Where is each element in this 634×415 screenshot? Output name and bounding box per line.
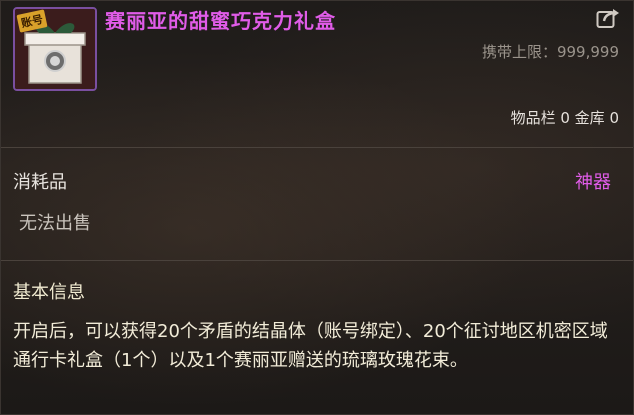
gift-box-icon: 账号 (13, 7, 97, 91)
divider (1, 260, 633, 261)
item-tooltip: 账号 赛丽亚的甜蜜巧克力礼盒 携带上限：999,999 物品栏 0 金库 0 消… (0, 0, 634, 415)
item-description: 开启后，可以获得20个矛盾的结晶体（账号绑定）、20个征讨地区机密区域通行卡礼盒… (13, 321, 608, 371)
sell-status: 无法出售 (19, 213, 91, 234)
inventory-count: 物品栏 0 金库 0 (510, 109, 619, 127)
divider (1, 147, 633, 148)
item-name: 赛丽亚的甜蜜巧克力礼盒 (105, 9, 336, 33)
share-icon[interactable] (595, 5, 621, 31)
section-title: 基本信息 (13, 282, 85, 303)
carry-limit: 携带上限：999,999 (481, 43, 619, 61)
item-category: 消耗品 (13, 172, 67, 193)
item-rarity: 神器 (575, 172, 611, 193)
